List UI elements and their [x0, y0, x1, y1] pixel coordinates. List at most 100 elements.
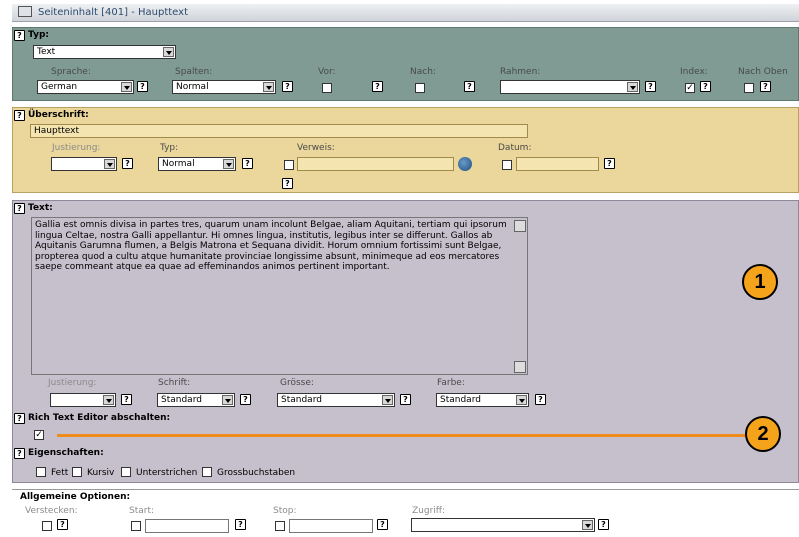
help-icon[interactable]: ? — [464, 81, 475, 92]
ueberschrift-heading: Überschrift: — [28, 110, 89, 120]
help-icon[interactable]: ? — [14, 30, 25, 41]
help-icon[interactable]: ? — [645, 81, 656, 92]
globe-icon[interactable] — [458, 157, 472, 171]
ueberschrift-justierung-select[interactable] — [51, 157, 117, 171]
unterstrichen-checkbox[interactable] — [121, 467, 131, 477]
unterstrichen-label: Unterstrichen — [136, 468, 198, 478]
chevron-down-icon — [163, 47, 174, 57]
callout-badge-1: 1 — [742, 264, 778, 300]
chevron-down-icon — [263, 82, 274, 92]
chevron-down-icon — [382, 395, 393, 405]
help-icon[interactable]: ? — [242, 158, 253, 169]
help-icon[interactable]: ? — [137, 81, 148, 92]
zugriff-label: Zugriff: — [412, 506, 446, 516]
help-icon[interactable]: ? — [282, 81, 293, 92]
callout-badge-2: 2 — [745, 416, 781, 452]
verstecken-label: Verstecken: — [25, 506, 78, 516]
farbe-label: Farbe: — [437, 378, 465, 388]
scroll-down-button[interactable] — [514, 361, 526, 373]
help-icon[interactable]: ? — [14, 448, 25, 459]
help-icon[interactable]: ? — [122, 158, 133, 169]
window-title-bar: Seiteninhalt [401] - Haupttext — [12, 4, 799, 22]
justierung-label: Justierung: — [52, 143, 101, 153]
help-icon[interactable]: ? — [282, 178, 293, 189]
farbe-select[interactable]: Standard — [436, 393, 529, 407]
type-select[interactable]: Text — [33, 45, 176, 59]
datum-checkbox[interactable] — [502, 160, 512, 170]
groesse-select[interactable]: Standard — [277, 393, 395, 407]
kursiv-label: Kursiv — [87, 468, 115, 478]
chevron-down-icon — [627, 82, 638, 92]
help-icon[interactable]: ? — [604, 158, 615, 169]
chevron-down-icon — [103, 395, 114, 405]
help-icon[interactable]: ? — [240, 394, 251, 405]
fett-checkbox[interactable] — [36, 467, 46, 477]
kursiv-checkbox[interactable] — [72, 467, 82, 477]
verstecken-checkbox[interactable] — [42, 521, 52, 531]
stop-input[interactable] — [289, 519, 373, 533]
nach-checkbox[interactable] — [415, 83, 425, 93]
fett-label: Fett — [51, 468, 69, 478]
window-title: Seiteninhalt [401] - Haupttext — [38, 7, 188, 18]
rte-heading: Rich Text Editor abschalten: — [28, 413, 171, 423]
nach-oben-label: Nach Oben — [738, 67, 788, 77]
help-icon[interactable]: ? — [14, 413, 25, 424]
text-justierung-select[interactable] — [50, 393, 116, 407]
verweis-input[interactable] — [297, 157, 454, 171]
ueberschrift-input[interactable]: Haupttext — [30, 124, 528, 138]
help-icon[interactable]: ? — [14, 203, 25, 214]
spalten-select[interactable]: Normal — [172, 80, 276, 94]
window-icon — [18, 5, 32, 17]
chevron-down-icon — [104, 159, 115, 169]
help-icon[interactable]: ? — [14, 110, 25, 121]
schrift-select[interactable]: Standard — [157, 393, 235, 407]
verweis-checkbox[interactable] — [284, 160, 294, 170]
datum-input[interactable] — [516, 157, 599, 171]
eigenschaften-heading: Eigenschaften: — [28, 448, 104, 458]
spalten-label: Spalten: — [175, 67, 213, 77]
rahmen-select[interactable] — [500, 80, 640, 94]
index-label: Index: — [680, 67, 708, 77]
datum-label: Datum: — [498, 143, 532, 153]
text-content-area[interactable]: Gallia est omnis divisa in partes tres, … — [31, 217, 528, 375]
chevron-down-icon — [223, 159, 234, 169]
stop-checkbox[interactable] — [275, 521, 285, 531]
sprache-select[interactable]: German — [37, 80, 134, 94]
help-icon[interactable]: ? — [535, 394, 546, 405]
nach-oben-checkbox[interactable] — [744, 83, 754, 93]
rahmen-label: Rahmen: — [500, 67, 541, 77]
help-icon[interactable]: ? — [598, 519, 609, 530]
help-icon[interactable]: ? — [700, 81, 711, 92]
rte-checkbox[interactable]: ✓ — [34, 430, 44, 440]
text-heading: Text: — [28, 203, 53, 213]
index-checkbox[interactable]: ✓ — [685, 83, 695, 93]
scroll-up-button[interactable] — [514, 220, 526, 232]
farbe-value: Standard — [440, 395, 481, 405]
help-icon[interactable]: ? — [235, 519, 246, 530]
text-justierung-label: Justierung: — [48, 378, 97, 388]
chevron-down-icon — [222, 395, 233, 405]
ueberschrift-typ-value: Normal — [162, 159, 195, 169]
help-icon[interactable]: ? — [760, 81, 771, 92]
ueberschrift-typ-select[interactable]: Normal — [158, 157, 236, 171]
help-icon[interactable]: ? — [372, 81, 383, 92]
help-icon[interactable]: ? — [400, 394, 411, 405]
verweis-label: Verweis: — [297, 143, 335, 153]
sprache-select-value: German — [41, 82, 78, 92]
help-icon[interactable]: ? — [121, 394, 132, 405]
groesse-value: Standard — [281, 395, 322, 405]
start-checkbox[interactable] — [131, 521, 141, 531]
start-input[interactable] — [145, 519, 229, 533]
chevron-down-icon — [516, 395, 527, 405]
zugriff-select[interactable] — [411, 518, 595, 532]
vor-checkbox[interactable] — [322, 83, 332, 93]
help-icon[interactable]: ? — [57, 519, 68, 530]
help-icon[interactable]: ? — [377, 519, 388, 530]
vor-label: Vor: — [318, 67, 336, 77]
grossbuchstaben-checkbox[interactable] — [202, 467, 212, 477]
chevron-down-icon — [121, 82, 132, 92]
optionen-heading: Allgemeine Optionen: — [20, 492, 131, 502]
nach-label: Nach: — [410, 67, 436, 77]
typ-label: Typ: — [160, 143, 179, 153]
chevron-down-icon — [582, 520, 593, 530]
